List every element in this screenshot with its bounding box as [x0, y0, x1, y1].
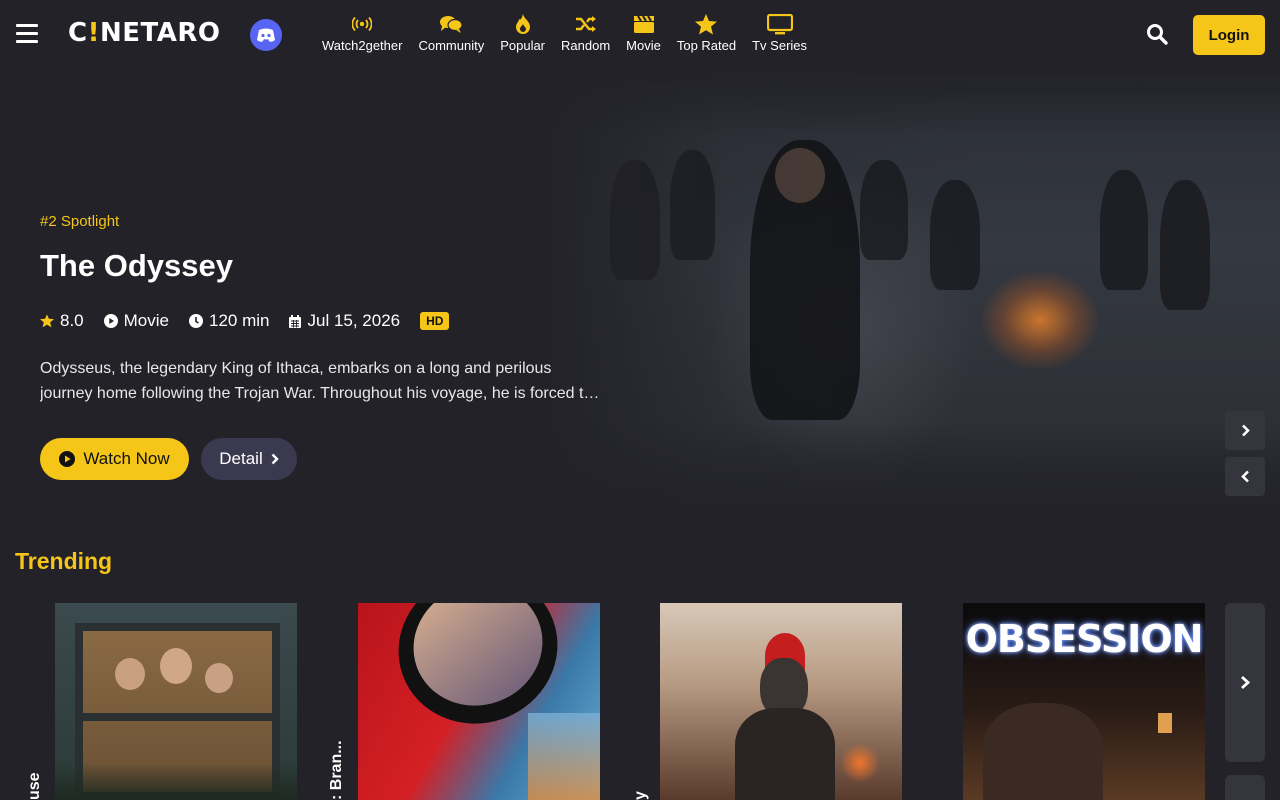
main-nav: Watch2gether Community Popular Random Mo… [314, 12, 815, 53]
calendar-icon [289, 314, 302, 328]
star-icon [695, 12, 718, 36]
family-window-poster[interactable] [55, 603, 297, 800]
fire-icon [514, 12, 532, 36]
hero-meta: 8.0 Movie 120 min Jul 15, 2026 HD [40, 311, 450, 331]
top-header: C!NETARO Watch2gether Community Popular [0, 0, 1280, 70]
site-logo[interactable]: C!NETARO [68, 18, 220, 48]
release-date: Jul 15, 2026 [289, 311, 400, 331]
menu-icon[interactable] [16, 24, 38, 44]
detail-button[interactable]: Detail [201, 438, 297, 480]
spider-man-poster[interactable] [358, 603, 600, 800]
nav-random[interactable]: Random [553, 12, 618, 53]
duration: 120 min [189, 311, 269, 331]
nav-top-rated[interactable]: Top Rated [669, 12, 744, 53]
watch-now-button[interactable]: Watch Now [40, 438, 189, 480]
quality-badge: HD [420, 312, 450, 330]
shuffle-icon [575, 12, 597, 36]
spotlight-rank: #2 Spotlight [40, 213, 120, 230]
broadcast-icon [352, 12, 373, 36]
hero-title: The Odyssey [40, 248, 233, 283]
search-icon[interactable] [1146, 23, 1170, 47]
play-circle-icon [103, 314, 118, 328]
trending-item-label: y [632, 791, 649, 800]
trending-heading: Trending [15, 548, 113, 574]
nav-movie[interactable]: Movie [618, 12, 669, 53]
media-type: Movie [103, 311, 169, 331]
nav-popular[interactable]: Popular [492, 12, 553, 53]
trending-next-button[interactable] [1225, 603, 1265, 762]
trending-item-label: : Bran... [328, 740, 345, 800]
tv-icon [766, 12, 793, 36]
discord-icon[interactable] [250, 19, 282, 51]
poster-title: OBSESSION [965, 617, 1204, 661]
login-button[interactable]: Login [1193, 15, 1265, 55]
nav-tv-series[interactable]: Tv Series [744, 12, 815, 53]
chevron-right-icon [1241, 675, 1250, 690]
hero-description: Odysseus, the legendary King of Ithaca, … [40, 360, 600, 402]
trending-item-label: use [26, 772, 43, 800]
spotlight-prev-button[interactable] [1225, 457, 1265, 496]
spotlight-hero [0, 70, 1280, 510]
clock-icon [189, 314, 203, 328]
spotlight-next-button[interactable] [1225, 411, 1265, 450]
nav-watch2gether[interactable]: Watch2gether [314, 12, 410, 53]
rating: 8.0 [40, 311, 84, 331]
play-circle-icon [59, 451, 76, 467]
chevron-left-icon [1240, 470, 1249, 483]
trending-prev-button[interactable] [1225, 775, 1265, 800]
clapperboard-icon [633, 12, 655, 36]
obsession-poster[interactable]: OBSESSION [963, 603, 1205, 800]
chevron-right-icon [1241, 424, 1250, 437]
comments-icon [439, 12, 463, 36]
chevron-right-icon [271, 453, 279, 465]
nav-community[interactable]: Community [410, 12, 492, 53]
gladiator-poster[interactable] [660, 603, 902, 800]
star-icon [40, 314, 54, 328]
